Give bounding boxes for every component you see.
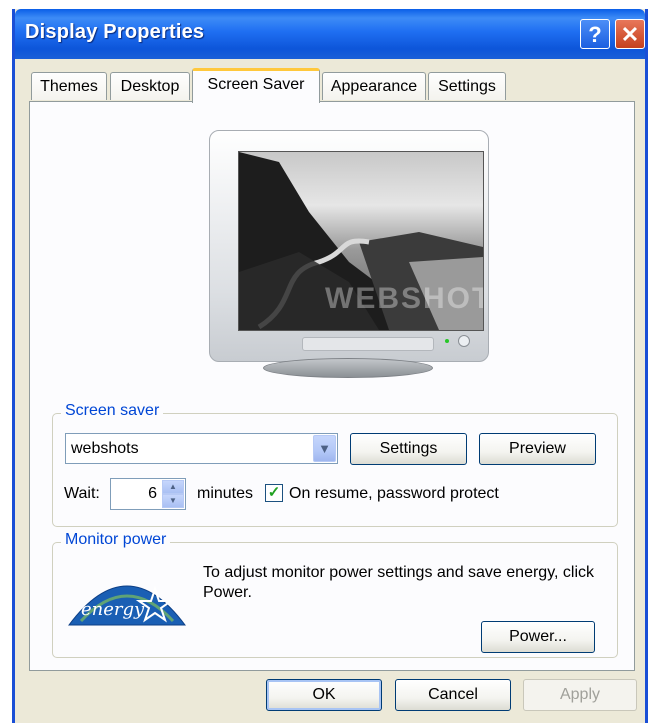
spin-down-icon[interactable]: ▼ [162,494,184,508]
power-knob [458,335,470,347]
monitor-preview: WEBSHOTS [195,130,489,378]
tab-screen-saver[interactable]: Screen Saver [192,68,320,103]
password-protect-label[interactable]: On resume, password protect [289,485,499,503]
tab-settings[interactable]: Settings [428,72,506,100]
monitor-power-group-label: Monitor power [61,531,171,549]
screen-saver-select[interactable]: webshots ▼ [65,433,338,464]
screen-saver-panel: WEBSHOTS Screen saver webshots ▼ Setting… [29,101,635,671]
energy-logo-text: energy [81,599,145,620]
monitor-power-description: To adjust monitor power settings and sav… [203,564,595,601]
close-button[interactable]: ✕ [615,19,645,49]
preview-button[interactable]: Preview [479,433,596,465]
cancel-button[interactable]: Cancel [395,679,511,711]
screen-saver-group-label: Screen saver [61,402,164,420]
watermark-text: WEBSHOTS [325,282,483,315]
tab-appearance[interactable]: Appearance [322,72,426,100]
password-protect-checkbox[interactable]: ✓ [265,484,283,502]
window-title: Display Properties [25,21,205,43]
wait-minutes-value: 6 [148,485,157,502]
monitor-slot [302,337,434,351]
minutes-label: minutes [197,485,254,502]
power-led [445,339,449,343]
energy-star-logo-icon: energy [68,585,186,626]
settings-button[interactable]: Settings [350,433,467,465]
monitor-stand [263,358,433,378]
wait-label: Wait: [64,485,100,502]
screen-saver-selected-value: webshots [71,440,139,457]
display-properties-window: Display Properties ? ✕ Themes Desktop Sc… [12,9,648,723]
screen-saver-preview-image: WEBSHOTS [238,151,484,331]
screen-saver-group: Screen saver webshots ▼ Settings Preview… [52,402,618,527]
monitor-bezel: WEBSHOTS [209,130,489,362]
help-button[interactable]: ? [580,19,610,49]
monitor-power-group: Monitor power energy To adjust monitor p… [52,531,618,658]
tab-themes[interactable]: Themes [31,72,107,100]
ok-button[interactable]: OK [266,679,382,711]
apply-button[interactable]: Apply [523,679,637,711]
tab-desktop[interactable]: Desktop [110,72,190,100]
chevron-down-icon[interactable]: ▼ [313,435,336,462]
wait-minutes-stepper[interactable]: 6 ▲ ▼ [110,478,186,510]
spin-up-icon[interactable]: ▲ [162,480,184,494]
title-bar[interactable]: Display Properties ? ✕ [15,9,645,59]
power-button[interactable]: Power... [481,621,595,653]
